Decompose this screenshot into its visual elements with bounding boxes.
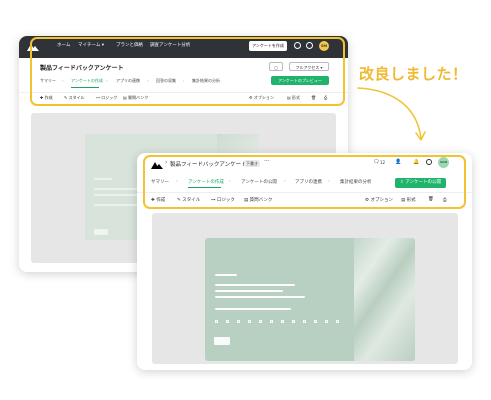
text-line bbox=[215, 284, 295, 286]
rating-box bbox=[237, 320, 240, 323]
new-form-preview bbox=[205, 238, 415, 361]
ok-button bbox=[214, 337, 230, 345]
rating-box bbox=[270, 320, 273, 323]
text-line bbox=[215, 308, 291, 310]
rating-box bbox=[259, 320, 262, 323]
new-canvas bbox=[152, 213, 458, 364]
curved-arrow-icon bbox=[357, 87, 426, 141]
rating-box bbox=[281, 320, 284, 323]
rating-box bbox=[215, 320, 218, 323]
highlight-old-header bbox=[30, 37, 345, 106]
rating-box bbox=[226, 320, 229, 323]
rating-box bbox=[325, 320, 328, 323]
rating-box bbox=[292, 320, 295, 323]
rating-box bbox=[336, 320, 339, 323]
text-line bbox=[215, 290, 283, 292]
ok-button bbox=[94, 229, 108, 235]
highlight-new-header bbox=[143, 155, 466, 209]
text-line bbox=[215, 296, 305, 298]
background-image bbox=[354, 238, 415, 361]
rating-box bbox=[314, 320, 317, 323]
text-line bbox=[215, 274, 237, 276]
rating-box bbox=[303, 320, 306, 323]
text-line bbox=[94, 178, 112, 180]
rating-box bbox=[248, 320, 251, 323]
